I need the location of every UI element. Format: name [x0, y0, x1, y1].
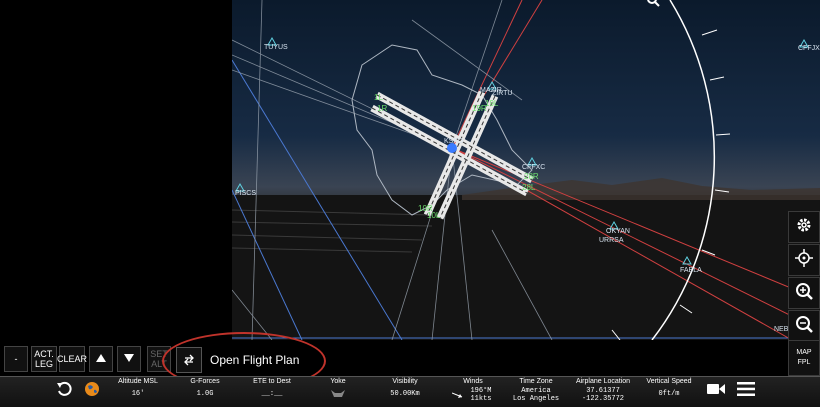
zoom-out-icon: [795, 315, 813, 338]
visibility-value: 50.00Km: [390, 390, 420, 398]
triangle-down-icon: [124, 354, 134, 364]
visibility-stat: Visibility 50.00Km: [380, 377, 430, 398]
waypoint-label: PISCS: [235, 190, 257, 197]
waypoint-label: CFFXC: [522, 164, 546, 171]
zoom-in-button[interactable]: [788, 277, 820, 309]
recenter-button[interactable]: [788, 244, 820, 276]
wind-arrow-icon: [451, 391, 464, 401]
yoke-stat: Yoke: [318, 377, 358, 400]
waypoint-label: OKYAN: [606, 228, 630, 235]
move-up-button[interactable]: [89, 346, 113, 372]
latitude-value: 37.61377: [586, 387, 620, 395]
vspeed-value: 0ft/m: [658, 390, 680, 398]
ete-value: __:__: [261, 390, 283, 398]
vspeed-title: Vertical Speed: [646, 378, 692, 385]
globe-icon: [84, 381, 100, 402]
timezone-stat: Time Zone America Los Angeles: [508, 377, 564, 403]
camera-button[interactable]: [706, 381, 726, 401]
winds-speed: 11kts: [470, 395, 492, 403]
visibility-title: Visibility: [392, 378, 418, 385]
triangle-up-icon: [96, 354, 106, 364]
ete-stat: ETE to Dest __:__: [244, 377, 300, 398]
waypoint-label: URRSA: [599, 237, 624, 244]
yoke-title: Yoke: [330, 378, 346, 385]
crosshair-icon: [795, 248, 813, 272]
waypoint-label: TUYUS: [264, 44, 288, 51]
runway-label: 19L: [485, 99, 499, 108]
reset-button[interactable]: [54, 381, 74, 401]
gforces-stat: G-Forces 1.0G: [180, 377, 230, 398]
winds-title: Winds: [463, 378, 483, 385]
gforces-title: G-Forces: [190, 378, 220, 385]
location-stat: Airplane Location 37.61377 -122.35772: [570, 377, 636, 403]
altitude-value: 16': [131, 390, 145, 398]
zoom-out-button[interactable]: [788, 310, 820, 342]
globe-button[interactable]: [82, 381, 102, 401]
left-blank-panel: [0, 0, 232, 340]
runway-label: 1R: [377, 104, 388, 113]
runway-label: 10L: [427, 211, 441, 220]
waypoint-label: FABLA: [680, 267, 702, 274]
winds-stat: Winds 196°M 11kts: [448, 377, 498, 403]
location-title: Airplane Location: [575, 378, 631, 385]
winds-direction: 196°M: [470, 387, 492, 395]
timezone-region: America: [521, 387, 551, 395]
clear-button[interactable]: CLEAR: [57, 346, 87, 372]
longitude-value: -122.35772: [581, 395, 624, 403]
vspeed-stat: Vertical Speed 0ft/m: [642, 377, 696, 398]
zoom-in-icon: [795, 282, 813, 305]
video-camera-icon: [707, 382, 725, 400]
waypoint-label: CFFJX: [798, 45, 820, 52]
activate-leg-button[interactable]: ACT. LEG: [31, 346, 57, 372]
move-down-button[interactable]: [117, 346, 141, 372]
altitude-stat: Altitude MSL 16': [110, 377, 166, 398]
runway-label: 28R: [524, 172, 539, 181]
yoke-icon: [318, 388, 358, 400]
minus-button[interactable]: -: [4, 346, 28, 372]
search-icon[interactable]: [646, 0, 660, 8]
gear-icon: [795, 216, 813, 239]
runway-label: 1L: [374, 93, 383, 102]
map-view[interactable]: TUYUS CFFJX MAZIR ZIRTU KSFO CFFXC PISCS…: [232, 0, 820, 340]
timezone-city: Los Angeles: [512, 395, 560, 403]
status-bar: Altitude MSL 16' G-Forces 1.0G ETE to De…: [0, 376, 820, 407]
airport-label: KSFO: [444, 138, 464, 145]
map-fpl-line1: MAP: [796, 349, 812, 356]
runway-label: 28L: [522, 183, 536, 192]
act-leg-line2: LEG: [34, 359, 53, 369]
ete-title: ETE to Dest: [253, 378, 291, 385]
restart-icon: [56, 381, 72, 402]
gforces-value: 1.0G: [196, 390, 214, 398]
waypoint-label: ZIRTU: [492, 90, 513, 97]
altitude-title: Altitude MSL: [118, 378, 158, 385]
act-leg-line1: ACT.: [34, 349, 54, 359]
settings-button[interactable]: [788, 211, 820, 243]
menu-button[interactable]: [736, 381, 756, 401]
map-fpl-toggle-button[interactable]: MAP FPL: [788, 340, 820, 376]
map-fpl-line2: FPL: [797, 359, 811, 366]
hamburger-menu-icon: [737, 381, 755, 401]
timezone-title: Time Zone: [519, 378, 553, 385]
